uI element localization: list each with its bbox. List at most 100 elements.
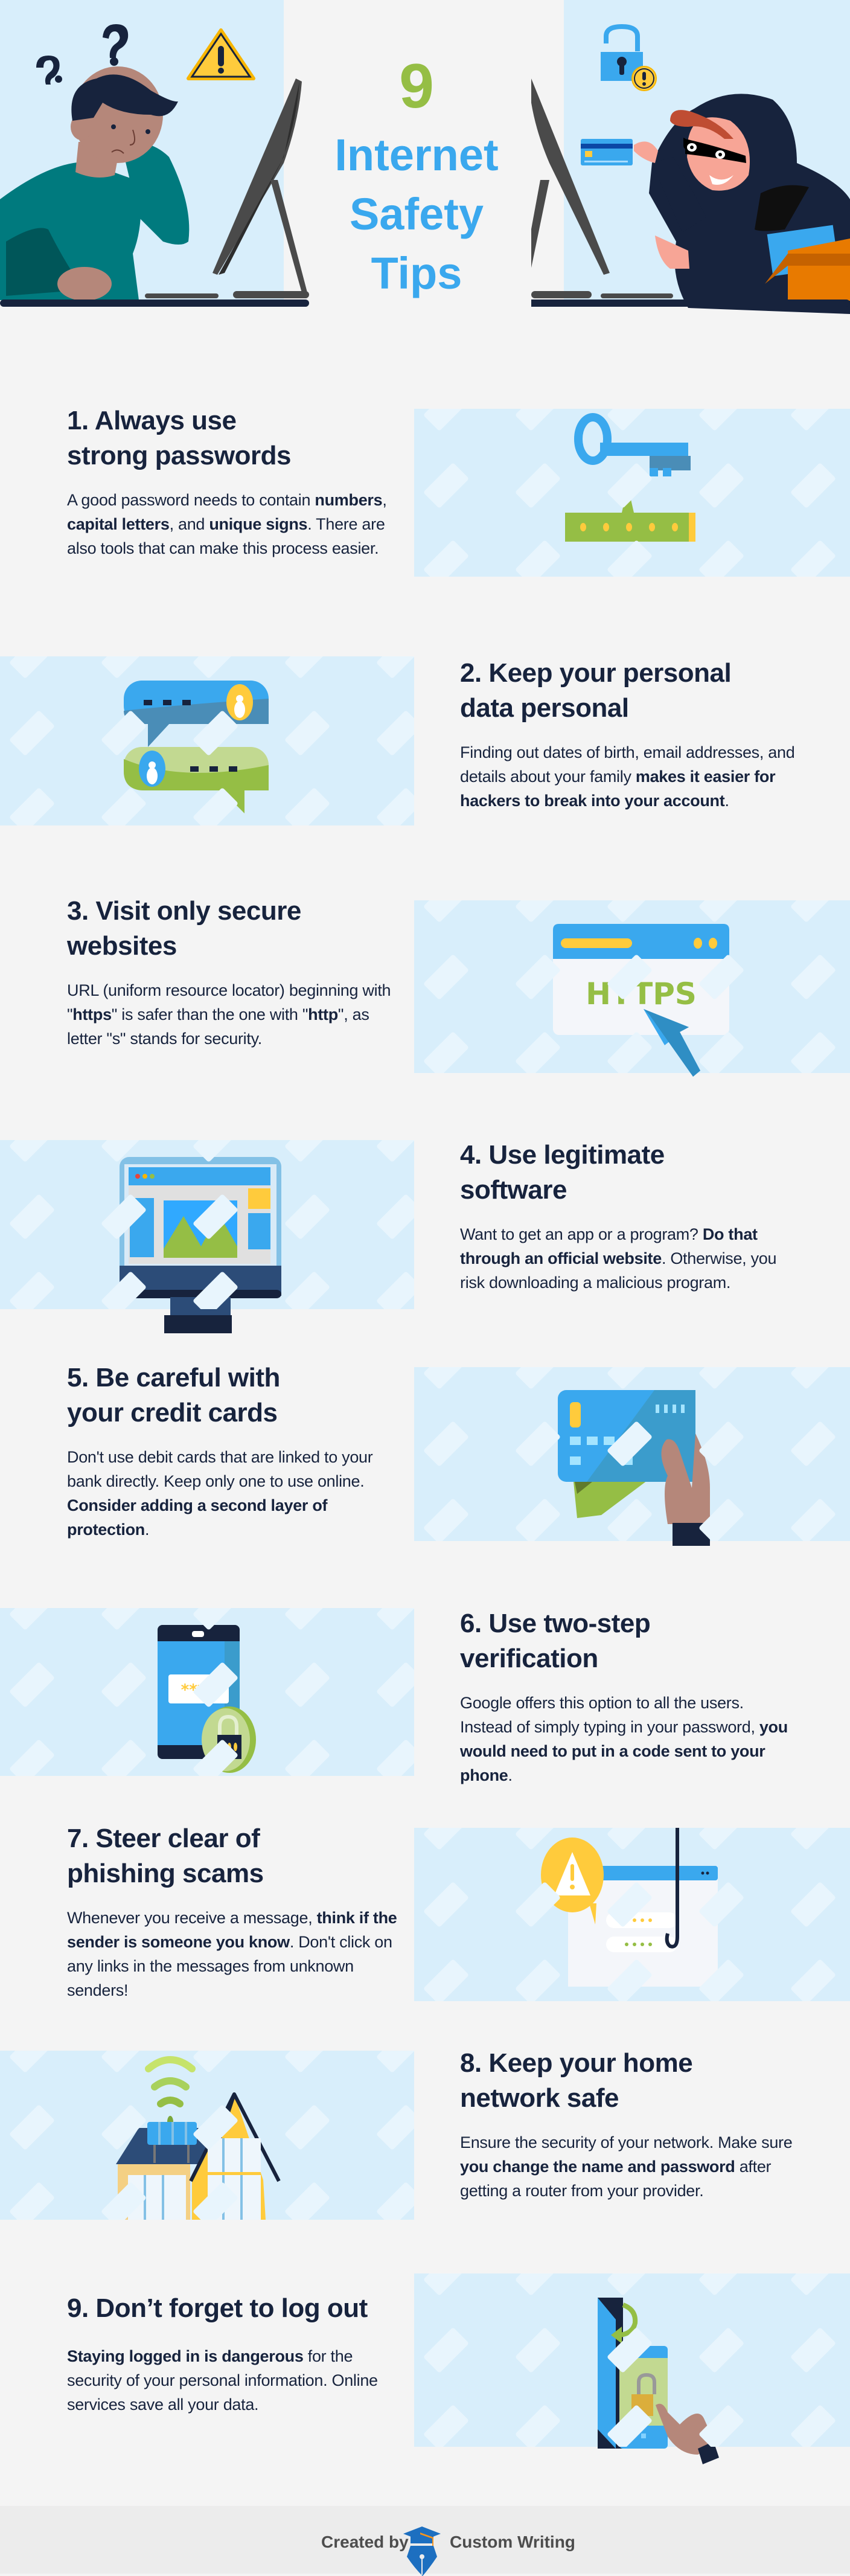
tip-body: Staying logged in is dangerous for the s… [67, 2344, 405, 2417]
pattern-tile [424, 1421, 468, 1466]
pattern-tile [285, 1272, 330, 1309]
tip-body-emphasis: Consider adding a second layer of protec… [67, 1496, 328, 1539]
tip-heading-line: websites [67, 931, 177, 961]
pattern-tile [791, 955, 836, 999]
tip-illustration-panel [0, 2051, 414, 2220]
pattern-tile [193, 656, 238, 678]
pattern-tile [424, 1828, 468, 1850]
credit-card-icon [581, 139, 633, 165]
pattern-tile [699, 1499, 744, 1541]
tip-heading: 7. Steer clear of phishing scams [67, 1821, 405, 1891]
tip-heading-line: network safe [460, 2083, 619, 2113]
tip-heading: 1. Always use strong passwords [67, 403, 405, 473]
pattern-tile [424, 1499, 468, 1541]
graduation-cap-pen-icon [403, 2526, 441, 2576]
pattern-tile [699, 2273, 744, 2295]
pattern-tile [377, 2182, 414, 2220]
pattern-tile [791, 2405, 836, 2447]
panel-pattern [10, 656, 414, 825]
pattern-tile [10, 711, 54, 755]
tip-body-text: . [145, 1520, 150, 1539]
tip-heading-line: your credit cards [67, 1398, 278, 1427]
pattern-tile [101, 788, 146, 825]
tip-illustration-panel [414, 1367, 850, 1546]
tip-text: 2. Keep your personal data personal Findi… [460, 656, 798, 813]
pattern-tile [699, 540, 744, 577]
tip-body-emphasis: unique signs [209, 515, 308, 533]
tip-illustration-panel: *** [0, 1608, 414, 1776]
tip-body-text: A good password needs to contain [67, 491, 315, 509]
panel-pattern [424, 900, 836, 1073]
pattern-tile [791, 409, 836, 431]
pattern-tile [424, 2273, 468, 2295]
pattern-tile [607, 540, 652, 577]
pattern-tile [699, 2328, 744, 2373]
pattern-tile [101, 656, 146, 678]
tip-heading: 4. Use legitimate software [460, 1138, 798, 1208]
pattern-tile [791, 463, 836, 508]
pattern-tile [791, 1367, 836, 1389]
tip-text: 8. Keep your home network safe Ensure the… [460, 2046, 798, 2203]
tip-body: Don't use debit cards that are linked to… [67, 1445, 405, 1542]
pattern-tile [516, 1828, 560, 1850]
tip-body: URL (uniform resource locator) beginning… [67, 978, 405, 1051]
tip-body: Finding out dates of birth, email addres… [460, 740, 798, 813]
pattern-tile [791, 1882, 836, 1927]
pattern-tile [791, 1828, 836, 1850]
pattern-tile [285, 1662, 330, 1707]
pattern-tile [10, 2105, 54, 2150]
pattern-tile [10, 1194, 54, 1239]
pattern-tile [607, 1882, 652, 1927]
tip-heading-line: 3. Visit only secure [67, 896, 301, 926]
pattern-tile [377, 2105, 414, 2150]
pattern-tile [285, 2105, 330, 2150]
pattern-tile [424, 463, 468, 508]
pattern-tile [516, 2273, 560, 2295]
pattern-tile [101, 711, 146, 755]
confused-user-illustration [0, 24, 309, 307]
pattern-tile [791, 900, 836, 922]
pattern-tile [101, 2051, 146, 2072]
pattern-tile [10, 1740, 54, 1776]
pattern-tile [424, 540, 468, 577]
pattern-tile [285, 2051, 330, 2072]
tip-body-emphasis: Staying logged in is dangerous [67, 2347, 304, 2365]
pattern-tile [607, 1032, 652, 1073]
panel-pattern [424, 1367, 836, 1541]
pattern-tile [607, 463, 652, 508]
tip-heading-line: verification [460, 1644, 598, 1673]
pattern-tile [424, 900, 468, 922]
tip-body-text: Don't use debit cards that are linked to… [67, 1448, 373, 1490]
pattern-tile [516, 1032, 560, 1073]
brand-name: Custom Writing [450, 2533, 575, 2551]
pattern-tile [424, 1367, 468, 1389]
panel-pattern [10, 1608, 414, 1776]
pattern-tile [516, 2328, 560, 2373]
tip-body-text: Want to get an app or a program? [460, 1225, 703, 1243]
pattern-tile [193, 2051, 238, 2072]
pattern-tile [193, 1662, 238, 1707]
pattern-tile [699, 955, 744, 999]
pattern-tile [285, 1140, 330, 1162]
pattern-tile [193, 1140, 238, 1162]
tip-body-text: Google offers this option to all the use… [460, 1694, 759, 1736]
pattern-tile [377, 2051, 414, 2072]
tip-heading-line: 6. Use two-step [460, 1609, 651, 1638]
hero-title-line: Internet [334, 130, 499, 180]
tip-heading-line: strong passwords [67, 441, 291, 470]
pattern-tile [10, 2051, 54, 2072]
tip-body-emphasis: https [72, 1005, 112, 1024]
tip-body: A good password needs to contain numbers… [67, 488, 405, 560]
tip-text: 1. Always use strong passwords A good pas… [67, 403, 405, 560]
tip-text: 7. Steer clear of phishing scams Whenever… [67, 1821, 405, 2002]
pattern-tile [607, 1367, 652, 1389]
pattern-tile [699, 1882, 744, 1927]
pattern-tile [424, 409, 468, 431]
tip-heading-line: 9. Don’t forget to log out [67, 2293, 368, 2323]
pattern-tile [791, 1032, 836, 1073]
pattern-tile [607, 1828, 652, 1850]
pattern-tile [607, 1499, 652, 1541]
tip-body-text: " is safer than the one with " [111, 1005, 308, 1024]
pattern-tile [377, 1272, 414, 1309]
pattern-tile [377, 1194, 414, 1239]
